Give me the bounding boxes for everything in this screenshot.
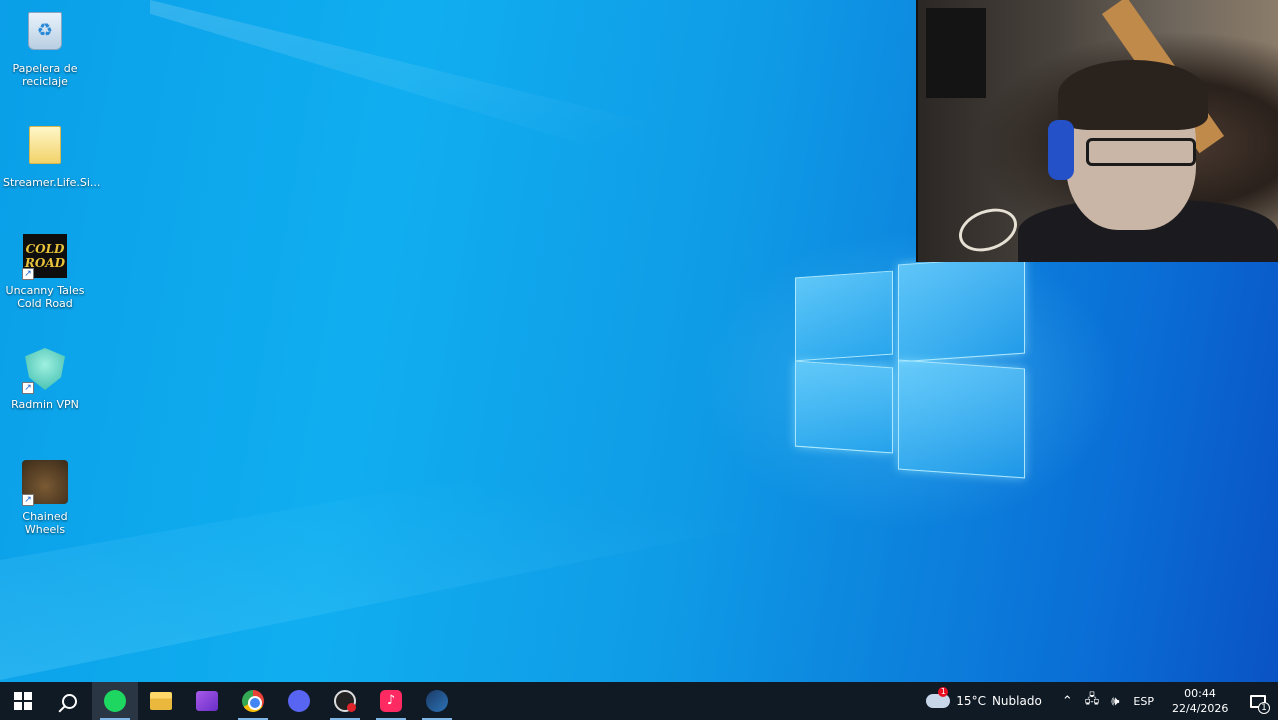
video-editor-icon	[196, 691, 218, 711]
steam-icon	[426, 690, 448, 712]
taskbar: ♪ 1 15°C Nublado ⌃ 🖧 🕪 ESP 00:44 22/4/20…	[0, 682, 1278, 720]
webcam-scene	[926, 8, 986, 98]
webcam-scene	[1058, 60, 1208, 130]
taskbar-app-tiktok[interactable]: ♪	[368, 682, 414, 720]
folder-icon	[22, 126, 68, 172]
desktop-icon-recycle-bin[interactable]: ♻ Papelera de reciclaje	[3, 8, 87, 88]
logo-pane	[795, 360, 893, 454]
desktop-icon-label: Chained Wheels	[22, 510, 68, 536]
windows-logo	[795, 255, 1027, 480]
radmin-vpn-icon: ↗	[22, 348, 68, 394]
logo-pane	[898, 359, 1025, 479]
recycle-bin-icon: ♻	[22, 12, 68, 58]
shortcut-arrow-icon: ↗	[22, 382, 34, 394]
desktop-icon-label: Radmin VPN	[11, 398, 79, 411]
weather-condition: Nublado	[991, 694, 1042, 708]
logo-pane	[795, 271, 893, 362]
desktop-icon-streamer-life[interactable]: Streamer.Life.Si...	[3, 122, 101, 189]
taskbar-app-chrome[interactable]	[230, 682, 276, 720]
chrome-icon	[242, 690, 264, 712]
taskbar-app-video-editor[interactable]	[184, 682, 230, 720]
taskbar-app-file-explorer[interactable]	[138, 682, 184, 720]
windows-start-icon	[14, 692, 32, 710]
desktop-icon-label: Streamer.Life.Si...	[3, 176, 101, 189]
cold-road-game-icon: COLD ROAD ↗	[22, 234, 68, 280]
clock-date: 22/4/2026	[1172, 702, 1229, 715]
search-button[interactable]	[46, 682, 92, 720]
spotify-icon	[104, 690, 126, 712]
cloud-icon: 1	[926, 687, 951, 708]
taskbar-app-obs[interactable]	[322, 682, 368, 720]
taskbar-app-steam[interactable]	[414, 682, 460, 720]
clock[interactable]: 00:44 22/4/2026	[1172, 686, 1228, 716]
start-button[interactable]	[0, 682, 46, 720]
notification-count: 1	[1258, 702, 1270, 714]
webcam-scene	[1048, 120, 1074, 180]
weather-temperature: 15°C	[956, 694, 986, 708]
logo-pane	[898, 255, 1025, 363]
weather-badge: 1	[938, 687, 949, 697]
desktop-icon-cold-road[interactable]: COLD ROAD ↗ Uncanny Tales Cold Road	[3, 234, 87, 310]
desktop-icon-label: Papelera de reciclaje	[12, 62, 78, 88]
webcam-scene	[1086, 138, 1196, 166]
clock-time: 00:44	[1184, 687, 1216, 700]
taskbar-app-discord[interactable]	[276, 682, 322, 720]
system-tray: 1 15°C Nublado ⌃ 🖧 🕪 ESP 00:44 22/4/2026…	[926, 682, 1278, 720]
file-explorer-icon	[150, 692, 172, 710]
volume-icon[interactable]: 🕪	[1111, 694, 1119, 709]
action-center-button[interactable]: 1	[1238, 682, 1278, 720]
taskbar-app-spotify[interactable]	[92, 682, 138, 720]
obs-recording-dot	[347, 703, 356, 712]
input-language[interactable]: ESP	[1133, 695, 1154, 708]
desktop-icon-chained-wheels[interactable]: ↗ Chained Wheels	[3, 460, 87, 536]
obs-icon	[334, 690, 356, 712]
desktop-icon-label: Uncanny Tales Cold Road	[5, 284, 85, 310]
webcam-overlay	[916, 0, 1278, 262]
show-hidden-icons-chevron-icon[interactable]: ⌃	[1062, 694, 1073, 709]
weather-widget[interactable]: 1 15°C Nublado	[926, 687, 1042, 708]
desktop-icon-radmin-vpn[interactable]: ↗ Radmin VPN	[3, 348, 87, 411]
tiktok-icon: ♪	[380, 690, 402, 712]
shortcut-arrow-icon: ↗	[22, 268, 34, 280]
network-icon[interactable]: 🖧	[1085, 690, 1100, 712]
webcam-scene	[952, 200, 1024, 260]
shortcut-arrow-icon: ↗	[22, 494, 34, 506]
chained-wheels-game-icon: ↗	[22, 460, 68, 506]
discord-icon	[288, 690, 310, 712]
search-icon	[61, 693, 77, 709]
